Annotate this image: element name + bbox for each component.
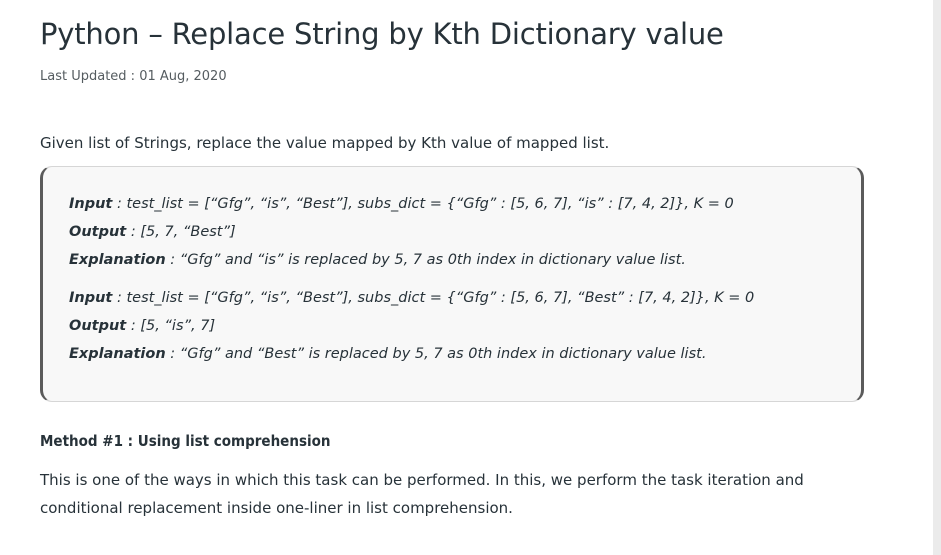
method-heading: Method #1 : Using list comprehension (40, 432, 331, 450)
output-label: Output (69, 318, 127, 334)
output-label: Output (69, 224, 127, 240)
input-label: Input (69, 196, 113, 212)
example-2-output: Output : [5, “is”, 7] (69, 316, 215, 336)
page-title: Python – Replace String by Kth Dictionar… (40, 17, 724, 51)
last-updated-date: Last Updated : 01 Aug, 2020 (40, 69, 227, 84)
intro-paragraph: Given list of Strings, replace the value… (40, 134, 610, 152)
example-1-output: Output : [5, 7, “Best”] (69, 222, 236, 242)
input-value: : test_list = [“Gfg”, “is”, “Best”], sub… (112, 196, 734, 212)
output-value: : [5, 7, “Best”] (126, 224, 236, 240)
input-label: Input (69, 290, 113, 306)
example-2-explanation: Explanation : “Gfg” and “Best” is replac… (69, 344, 706, 364)
method-description: This is one of the ways in which this ta… (40, 471, 804, 517)
explanation-value: : “Gfg” and “is” is replaced by 5, 7 as … (165, 252, 686, 268)
example-1-explanation: Explanation : “Gfg” and “is” is replaced… (69, 250, 686, 270)
explanation-label: Explanation (69, 346, 166, 362)
example-2-input: Input : test_list = [“Gfg”, “is”, “Best”… (69, 288, 754, 308)
explanation-value: : “Gfg” and “Best” is replaced by 5, 7 a… (165, 346, 707, 362)
example-1-input: Input : test_list = [“Gfg”, “is”, “Best”… (69, 194, 734, 214)
output-value: : [5, “is”, 7] (126, 318, 216, 334)
example-block: Input : test_list = [“Gfg”, “is”, “Best”… (40, 166, 864, 402)
explanation-label: Explanation (69, 252, 166, 268)
input-value: : test_list = [“Gfg”, “is”, “Best”], sub… (112, 290, 755, 306)
page-scrollbar[interactable] (933, 0, 941, 555)
